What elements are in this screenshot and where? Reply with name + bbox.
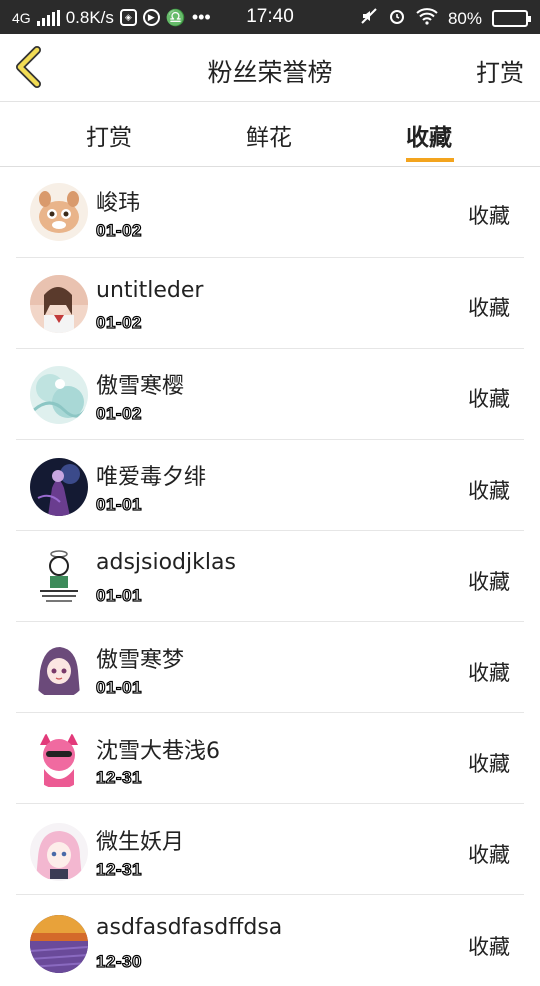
list-item[interactable]: 唯爱毒夕绯 01-01 收藏	[0, 440, 540, 531]
user-date: 01-02	[95, 312, 142, 332]
list-item[interactable]: 峻玮 01-02 收藏	[0, 167, 540, 258]
reward-button[interactable]: 打赏	[476, 53, 524, 88]
alarm-icon	[388, 7, 406, 30]
favorite-label: 收藏	[468, 843, 510, 867]
list-item[interactable]: 微生妖月 12-31 收藏	[0, 804, 540, 895]
avatar	[30, 366, 88, 424]
user-date: 12-30	[95, 951, 142, 971]
list-item[interactable]: 傲雪寒梦 01-01 收藏	[0, 622, 540, 713]
favorite-label: 收藏	[468, 387, 510, 411]
user-date: 12-31	[95, 767, 142, 787]
user-name: untitleder	[96, 278, 204, 303]
active-tab-indicator	[406, 158, 454, 162]
avatar	[30, 183, 88, 241]
user-date: 01-01	[95, 585, 142, 605]
user-name: adsjsiodjklas	[96, 550, 236, 575]
favorite-label: 收藏	[468, 296, 510, 320]
list-item[interactable]: asdfasdfasdffdsa 12-30 收藏	[0, 895, 540, 986]
user-date: 01-02	[95, 403, 142, 423]
tab-favorites[interactable]: 收藏	[406, 118, 452, 152]
page-title: 粉丝荣誉榜	[207, 58, 333, 87]
favorite-label: 收藏	[468, 661, 510, 685]
avatar	[30, 275, 88, 333]
user-name: 峻玮	[96, 191, 141, 216]
list-item[interactable]: adsjsiodjklas 01-01 收藏	[0, 531, 540, 622]
user-name: asdfasdfasdffdsa	[96, 915, 283, 940]
avatar	[30, 915, 88, 973]
tab-bar: 打赏 鲜花 收藏	[0, 102, 540, 167]
favorite-label: 收藏	[468, 204, 510, 228]
list-item[interactable]: 傲雪寒樱 01-02 收藏	[0, 349, 540, 440]
list-item[interactable]: 沈雪大巷浅6 12-31 收藏	[0, 713, 540, 804]
user-date: 01-01	[95, 494, 142, 514]
user-date: 01-01	[95, 677, 142, 697]
user-name: 唯爱毒夕绯	[96, 465, 207, 490]
mute-icon	[360, 7, 378, 30]
tab-reward[interactable]: 打赏	[86, 118, 132, 152]
avatar	[30, 458, 88, 516]
user-date: 01-02	[95, 220, 142, 240]
user-name: 沈雪大巷浅6	[96, 739, 220, 764]
user-name: 傲雪寒樱	[96, 374, 185, 399]
avatar	[30, 641, 88, 699]
status-bar: 4G 0.8K/s ◈ ▶ ♎ ••• 17:40 80%	[0, 0, 540, 34]
favorite-label: 收藏	[468, 479, 510, 503]
user-name: 微生妖月	[96, 830, 185, 855]
status-right: 80%	[360, 7, 531, 30]
favorite-label: 收藏	[468, 935, 510, 959]
battery-icon	[492, 10, 531, 27]
avatar	[30, 823, 88, 881]
favorite-label: 收藏	[468, 570, 510, 594]
avatar	[30, 731, 88, 789]
user-name: 傲雪寒梦	[96, 648, 185, 673]
tab-flowers[interactable]: 鲜花	[246, 118, 292, 152]
list-item[interactable]: untitleder 01-02 收藏	[0, 258, 540, 349]
avatar	[30, 548, 88, 606]
battery-percent: 80%	[447, 8, 482, 28]
header: 粉丝荣誉榜 打赏	[0, 34, 540, 102]
wifi-icon	[416, 7, 438, 30]
favorite-label: 收藏	[468, 752, 510, 776]
user-date: 12-31	[95, 859, 142, 879]
